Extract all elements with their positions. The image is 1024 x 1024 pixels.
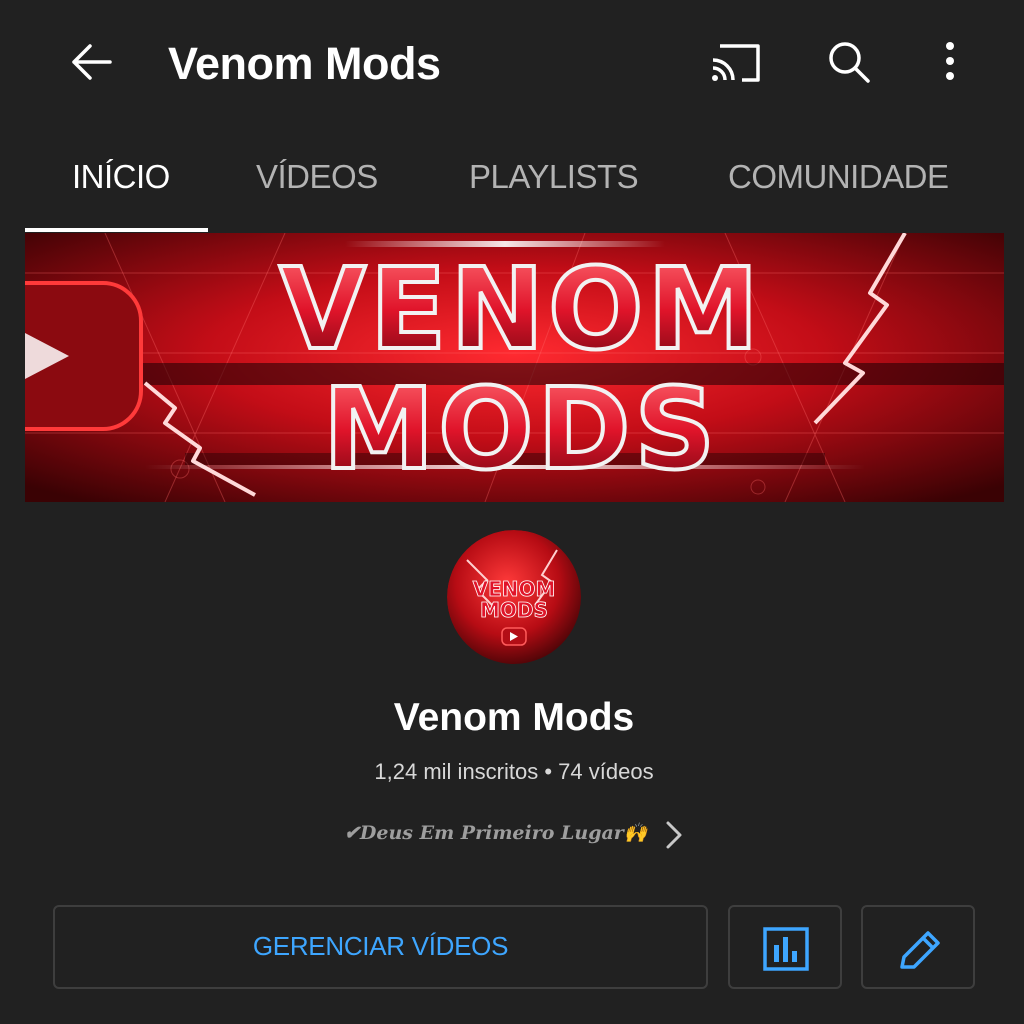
avatar-text-line2: MODS [480,598,548,622]
analytics-button[interactable] [728,905,842,989]
channel-banner: VENOM MODS [25,233,1004,502]
cast-icon [712,44,760,82]
cast-button[interactable] [706,38,766,86]
app-bar: Venom Mods [0,0,1024,124]
back-button[interactable] [62,36,122,88]
banner-title-line2: MODS [323,365,719,495]
channel-stats: 1,24 mil inscritos • 74 vídeos [374,759,654,784]
channel-tabs: INÍCIO VÍDEOS PLAYLISTS COMUNIDADE [0,124,1024,232]
tab-playlists[interactable]: PLAYLISTS [469,158,639,196]
manage-videos-label: GERENCIAR VÍDEOS [252,931,509,961]
active-tab-indicator [25,228,208,232]
channel-avatar[interactable]: VENOM MODS [447,530,581,664]
arrow-left-icon [72,44,112,80]
edit-channel-button[interactable] [861,905,975,989]
search-icon [829,42,870,83]
channel-screen: Venom Mods INÍCIO VÍDEOS PLAYLISTS COMUN… [0,0,1024,1024]
analytics-icon [763,927,809,971]
more-vert-icon [946,42,954,80]
tab-comunidade[interactable]: COMUNIDADE [728,158,949,196]
banner-title-line1: VENOM [279,245,763,375]
channel-name: Venom Mods [393,696,635,739]
search-button[interactable] [822,36,878,90]
channel-description: ✔Deus Em Primeiro Lugar🙌 [344,822,648,844]
tab-videos[interactable]: VÍDEOS [256,158,378,196]
manage-videos-button[interactable]: GERENCIAR VÍDEOS [53,905,708,989]
pencil-icon [900,931,940,969]
channel-description-row[interactable]: ✔Deus Em Primeiro Lugar🙌 [330,812,700,856]
tab-inicio[interactable]: INÍCIO [72,158,170,196]
app-bar-title: Venom Mods [168,38,441,89]
more-options-button[interactable] [930,36,970,90]
chevron-right-icon [666,821,682,849]
